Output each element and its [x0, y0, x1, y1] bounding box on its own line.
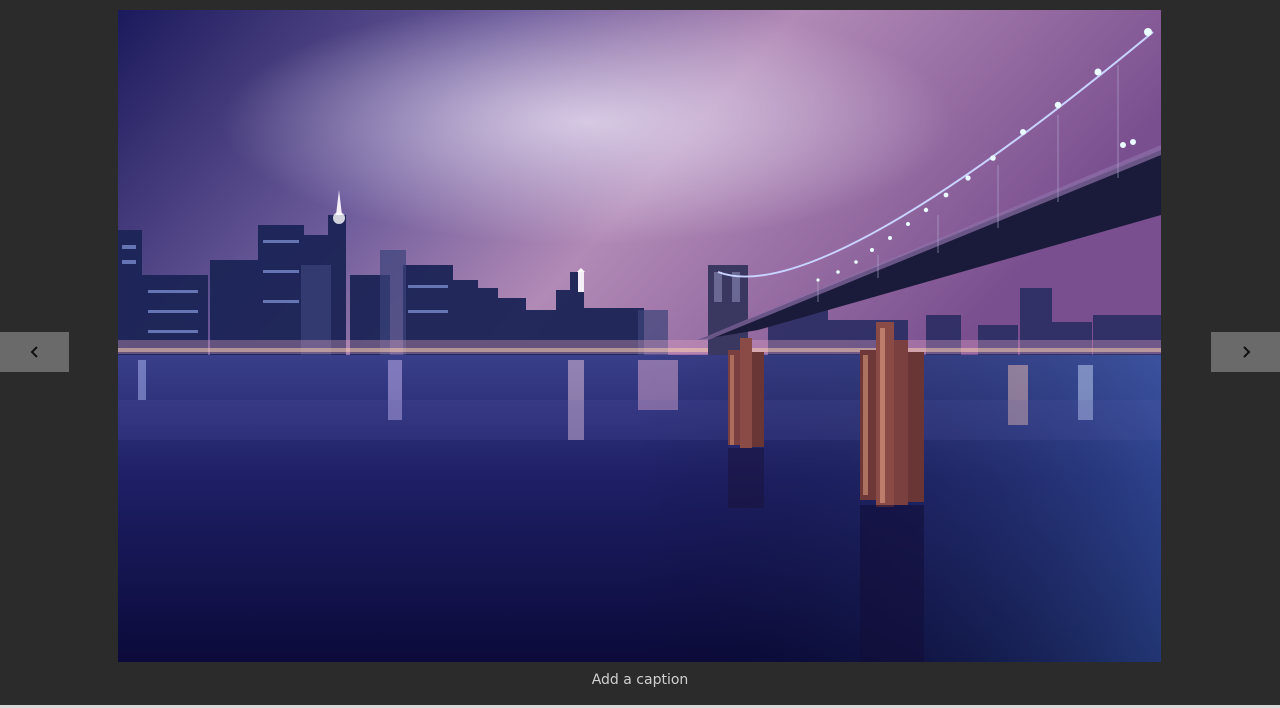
chevron-left-icon — [30, 346, 38, 358]
caption-input[interactable]: Add a caption — [0, 672, 1280, 688]
previous-photo-button[interactable] — [0, 332, 69, 372]
photo-viewer: Add a caption — [0, 0, 1280, 708]
chevron-right-icon — [1242, 346, 1250, 358]
next-photo-button[interactable] — [1211, 332, 1280, 372]
photo — [118, 10, 1161, 662]
